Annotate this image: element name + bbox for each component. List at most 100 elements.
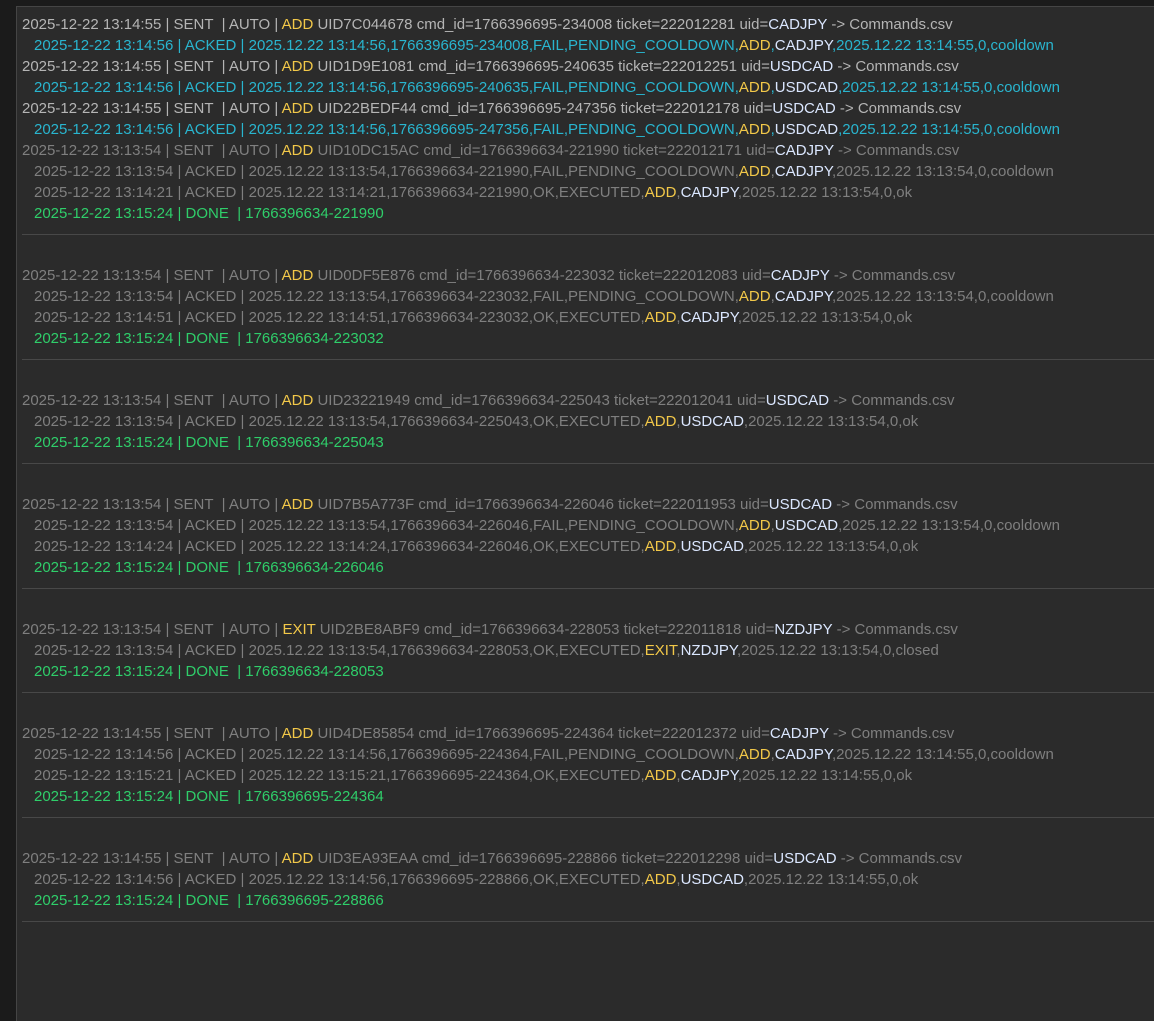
log-line-acked[interactable]: 2025-12-22 13:13:54 | ACKED | 2025.12.22… — [17, 411, 1154, 432]
log-line-done[interactable]: 2025-12-22 13:15:24 | DONE | 1766396634-… — [17, 203, 1154, 224]
symbol-pair: CADJPY — [774, 288, 832, 305]
log-line-acked[interactable]: 2025-12-22 13:14:56 | ACKED | 2025.12.22… — [17, 869, 1154, 890]
line-suffix: -> Commands.csv — [829, 267, 956, 284]
command-keyword: ADD — [738, 37, 771, 54]
command-keyword: ADD — [281, 392, 314, 409]
line-prefix: 2025-12-22 13:13:54 | SENT | AUTO | — [22, 621, 283, 638]
log-line-sent[interactable]: 2025-12-22 13:13:54 | SENT | AUTO | ADD … — [17, 140, 1154, 161]
line-prefix: 2025-12-22 13:13:54 | ACKED | 2025.12.22… — [34, 413, 645, 430]
symbol-pair: CADJPY — [680, 184, 738, 201]
line-suffix: ,2025.12.22 13:13:54,0,ok — [743, 538, 919, 555]
line-prefix: 2025-12-22 13:14:55 | SENT | AUTO | — [22, 16, 282, 33]
log-line-acked[interactable]: 2025-12-22 13:14:56 | ACKED | 2025.12.22… — [17, 744, 1154, 765]
log-line-acked[interactable]: 2025-12-22 13:13:54 | ACKED | 2025.12.22… — [17, 640, 1154, 661]
log-line-done[interactable]: 2025-12-22 13:15:24 | DONE | 1766396634-… — [17, 661, 1154, 682]
log-group: 2025-12-22 13:14:55 | SENT | AUTO | ADD … — [17, 723, 1154, 807]
symbol-pair: NZDJPY — [774, 621, 833, 638]
command-keyword: ADD — [281, 725, 314, 742]
line-suffix: -> Commands.csv — [835, 100, 962, 117]
line-middle: UID7C044678 cmd_id=1766396695-234008 tic… — [313, 16, 769, 33]
command-keyword: ADD — [644, 309, 677, 326]
log-line-acked[interactable]: 2025-12-22 13:13:54 | ACKED | 2025.12.22… — [17, 161, 1154, 182]
line-prefix: 2025-12-22 13:14:56 | ACKED | 2025.12.22… — [34, 121, 739, 138]
line-middle: UID22BEDF44 cmd_id=1766396695-247356 tic… — [313, 100, 773, 117]
log-line-acked[interactable]: 2025-12-22 13:14:24 | ACKED | 2025.12.22… — [17, 536, 1154, 557]
line-suffix: ,2025.12.22 13:13:54,0,closed — [737, 642, 939, 659]
log-line-done[interactable]: 2025-12-22 13:15:24 | DONE | 1766396695-… — [17, 786, 1154, 807]
line-suffix: -> Commands.csv — [828, 725, 955, 742]
command-keyword: ADD — [281, 58, 314, 75]
command-keyword: ADD — [281, 142, 314, 159]
symbol-pair: USDCAD — [773, 850, 837, 867]
line-suffix: ,2025.12.22 13:13:54,0,cooldown — [832, 288, 1054, 305]
line-suffix: -> Commands.csv — [827, 16, 953, 33]
symbol-pair: NZDJPY — [680, 642, 737, 659]
log-line-acked[interactable]: 2025-12-22 13:14:56 | ACKED | 2025.12.22… — [17, 35, 1154, 56]
symbol-pair: USDCAD — [772, 100, 836, 117]
command-keyword: ADD — [738, 121, 771, 138]
log-line-sent[interactable]: 2025-12-22 13:14:55 | SENT | AUTO | ADD … — [17, 848, 1154, 869]
done-text: 2025-12-22 13:15:24 | DONE | 1766396695-… — [34, 892, 384, 909]
log-line-acked[interactable]: 2025-12-22 13:14:56 | ACKED | 2025.12.22… — [17, 77, 1154, 98]
line-suffix: ,2025.12.22 13:13:54,0,ok — [737, 184, 913, 201]
line-prefix: 2025-12-22 13:13:54 | SENT | AUTO | — [22, 392, 282, 409]
log-line-sent[interactable]: 2025-12-22 13:13:54 | SENT | AUTO | ADD … — [17, 494, 1154, 515]
line-prefix: 2025-12-22 13:13:54 | ACKED | 2025.12.22… — [34, 288, 739, 305]
line-prefix: 2025-12-22 13:13:54 | ACKED | 2025.12.22… — [34, 517, 739, 534]
log-line-acked[interactable]: 2025-12-22 13:13:54 | ACKED | 2025.12.22… — [17, 286, 1154, 307]
log-line-sent[interactable]: 2025-12-22 13:14:55 | SENT | AUTO | ADD … — [17, 98, 1154, 119]
line-middle: UID0DF5E876 cmd_id=1766396634-223032 tic… — [313, 267, 771, 284]
log-group: 2025-12-22 13:13:54 | SENT | AUTO | ADD … — [17, 494, 1154, 578]
log-line-acked[interactable]: 2025-12-22 13:14:51 | ACKED | 2025.12.22… — [17, 307, 1154, 328]
line-prefix: 2025-12-22 13:13:54 | SENT | AUTO | — [22, 267, 282, 284]
log-line-sent[interactable]: 2025-12-22 13:14:55 | SENT | AUTO | ADD … — [17, 14, 1154, 35]
log-group: 2025-12-22 13:14:55 | SENT | AUTO | ADD … — [17, 848, 1154, 911]
line-middle: UID2BE8ABF9 cmd_id=1766396634-228053 tic… — [315, 621, 775, 638]
symbol-pair: USDCAD — [774, 517, 839, 534]
symbol-pair: CADJPY — [680, 767, 738, 784]
command-keyword: ADD — [644, 413, 677, 430]
log-line-acked[interactable]: 2025-12-22 13:14:21 | ACKED | 2025.12.22… — [17, 182, 1154, 203]
command-keyword: ADD — [281, 496, 314, 513]
line-suffix: ,2025.12.22 13:14:55,0,cooldown — [832, 746, 1054, 763]
log-line-sent[interactable]: 2025-12-22 13:13:54 | SENT | AUTO | ADD … — [17, 390, 1154, 411]
log-line-sent[interactable]: 2025-12-22 13:13:54 | SENT | AUTO | ADD … — [17, 265, 1154, 286]
line-prefix: 2025-12-22 13:14:51 | ACKED | 2025.12.22… — [34, 309, 645, 326]
log-line-done[interactable]: 2025-12-22 13:15:24 | DONE | 1766396634-… — [17, 328, 1154, 349]
log-line-acked[interactable]: 2025-12-22 13:15:21 | ACKED | 2025.12.22… — [17, 765, 1154, 786]
command-keyword: ADD — [644, 184, 677, 201]
log-line-done[interactable]: 2025-12-22 13:15:24 | DONE | 1766396634-… — [17, 432, 1154, 453]
symbol-pair: CADJPY — [770, 267, 830, 284]
symbol-pair: USDCAD — [769, 58, 834, 75]
log-line-sent[interactable]: 2025-12-22 13:13:54 | SENT | AUTO | EXIT… — [17, 619, 1154, 640]
line-middle: UID3EA93EAA cmd_id=1766396695-228866 tic… — [313, 850, 774, 867]
line-middle: UID23221949 cmd_id=1766396634-225043 tic… — [313, 392, 766, 409]
log-line-acked[interactable]: 2025-12-22 13:14:56 | ACKED | 2025.12.22… — [17, 119, 1154, 140]
log-list: 2025-12-22 13:14:55 | SENT | AUTO | ADD … — [17, 14, 1154, 922]
command-keyword: ADD — [644, 871, 677, 888]
symbol-pair: CADJPY — [768, 16, 828, 33]
symbol-pair: CADJPY — [774, 163, 832, 180]
symbol-pair: USDCAD — [680, 413, 744, 430]
line-prefix: 2025-12-22 13:14:56 | ACKED | 2025.12.22… — [34, 746, 739, 763]
line-prefix: 2025-12-22 13:13:54 | SENT | AUTO | — [22, 496, 282, 513]
log-line-done[interactable]: 2025-12-22 13:15:24 | DONE | 1766396634-… — [17, 557, 1154, 578]
command-keyword: ADD — [738, 79, 771, 96]
log-line-sent[interactable]: 2025-12-22 13:14:55 | SENT | AUTO | ADD … — [17, 56, 1154, 77]
symbol-pair: USDCAD — [774, 79, 839, 96]
done-text: 2025-12-22 13:15:24 | DONE | 1766396634-… — [34, 663, 384, 680]
log-panel[interactable]: 2025-12-22 13:14:55 | SENT | AUTO | ADD … — [16, 6, 1154, 1021]
log-group: 2025-12-22 13:14:55 | SENT | AUTO | ADD … — [17, 14, 1154, 224]
line-prefix: 2025-12-22 13:14:55 | SENT | AUTO | — [22, 850, 282, 867]
done-text: 2025-12-22 13:15:24 | DONE | 1766396634-… — [34, 559, 384, 576]
line-prefix: 2025-12-22 13:13:54 | ACKED | 2025.12.22… — [34, 642, 645, 659]
group-separator — [22, 921, 1154, 922]
command-keyword: ADD — [644, 538, 677, 555]
line-suffix: ,2025.12.22 13:13:54,0,cooldown — [838, 517, 1060, 534]
log-line-acked[interactable]: 2025-12-22 13:13:54 | ACKED | 2025.12.22… — [17, 515, 1154, 536]
log-line-done[interactable]: 2025-12-22 13:15:24 | DONE | 1766396695-… — [17, 890, 1154, 911]
log-group: 2025-12-22 13:13:54 | SENT | AUTO | ADD … — [17, 265, 1154, 349]
log-line-sent[interactable]: 2025-12-22 13:14:55 | SENT | AUTO | ADD … — [17, 723, 1154, 744]
